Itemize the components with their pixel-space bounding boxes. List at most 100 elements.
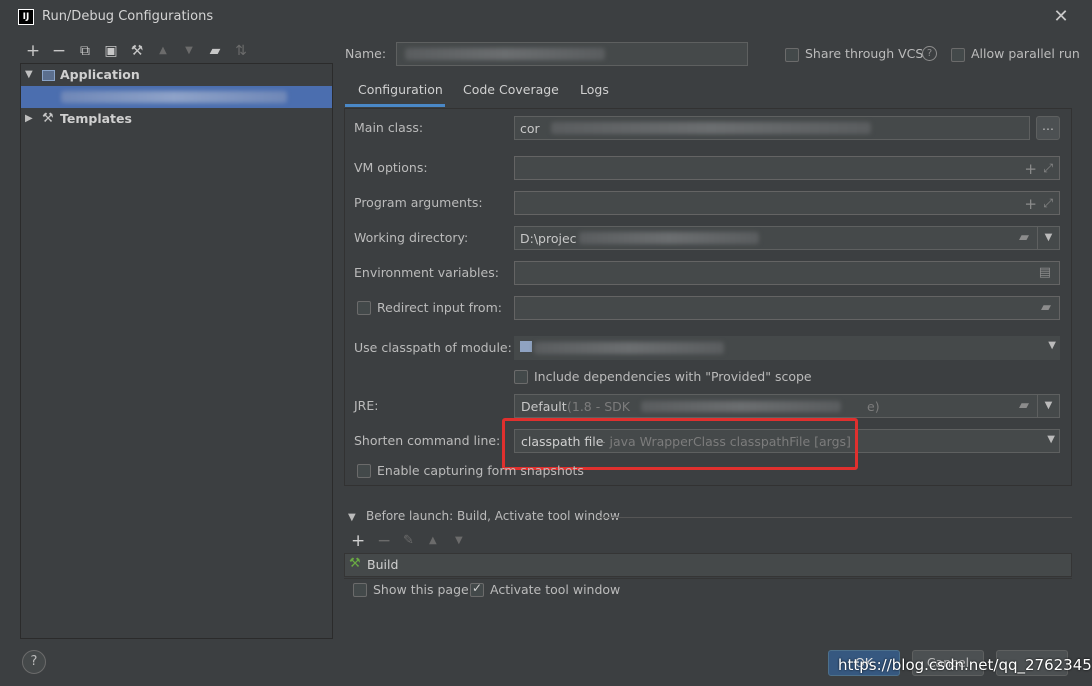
main-class-value: cor [520,121,540,136]
edit-icon[interactable]: ✎ [403,533,414,548]
tree-item-application-label: Application [60,67,140,82]
working-directory-label: Working directory: [354,230,469,245]
form-snapshots-label: Enable capturing form snapshots [377,463,584,478]
plus-icon[interactable]: + [1024,195,1037,213]
jre-hint-end: e) [867,399,880,414]
configuration-tree: ▼ Application ▶ ⚒ Templates [20,63,333,639]
move-up-icon[interactable]: ▲ [154,42,172,60]
jre-value: Default [521,399,567,414]
hammer-icon: ⚒ [349,556,361,571]
redacted-name [405,48,605,60]
chevron-down-icon[interactable]: ▼ [348,512,356,523]
form-snapshots-checkbox[interactable] [357,464,371,478]
share-vcs-checkbox[interactable] [785,48,799,62]
close-icon[interactable]: ✕ [1050,6,1072,28]
move-up-icon[interactable]: ▲ [429,535,437,546]
share-vcs-label: Share through VCS [805,46,924,61]
move-down-icon[interactable]: ▼ [455,535,463,546]
chevron-down-icon[interactable]: ▼ [25,64,35,86]
main-class-label: Main class: [354,120,424,135]
expand-icon[interactable]: ⤢ [1043,196,1053,211]
redirect-input-field[interactable]: ▰ [514,296,1060,320]
redirect-input-checkbox[interactable] [357,301,371,315]
help-circle-icon[interactable]: ? [922,46,937,61]
module-icon [520,341,532,352]
sort-icon[interactable]: ⇅ [232,42,250,60]
redacted-config-name [61,91,287,103]
program-arguments-label: Program arguments: [354,195,483,210]
jre-hint: (1.8 - SDK [567,399,630,414]
save-icon[interactable]: ▣ [102,42,120,60]
plus-icon[interactable]: + [351,531,365,551]
document-icon[interactable]: ▤ [1039,265,1051,280]
minus-icon[interactable]: − [377,531,391,551]
folder-icon[interactable]: ▰ [206,42,224,60]
wrench-icon: ⚒ [42,111,54,126]
tab-configuration[interactable]: Configuration [358,82,443,97]
active-tab-indicator [345,104,445,107]
chevron-down-icon[interactable]: ▼ [1037,395,1059,417]
copy-icon[interactable]: ⧉ [76,42,94,60]
redacted-module-name [534,342,724,354]
folder-icon[interactable]: ▰ [1041,300,1051,315]
allow-parallel-label: Allow parallel run [971,46,1080,61]
separator-line [598,517,1072,518]
window-title: Run/Debug Configurations [42,9,214,24]
folder-icon[interactable]: ▰ [1019,398,1029,413]
chevron-down-icon[interactable]: ▼ [1048,340,1056,351]
build-label: Build [367,557,399,572]
program-arguments-input[interactable]: + ⤢ [514,191,1060,215]
shorten-command-line-label: Shorten command line: [354,433,501,448]
include-dependencies-label: Include dependencies with "Provided" sco… [534,369,812,384]
intellij-app-icon: IJ [18,9,34,25]
plus-icon[interactable]: + [1024,160,1037,178]
name-label: Name: [345,46,387,61]
environment-variables-label: Environment variables: [354,265,499,280]
working-directory-input[interactable]: D:\projec ▰ ▼ [514,226,1060,250]
jre-select[interactable]: Default (1.8 - SDK e) ▰ ▼ [514,394,1060,418]
help-button[interactable]: ? [22,650,46,674]
redacted-jre-path [641,401,841,412]
name-input[interactable] [396,42,748,66]
tree-item-templates[interactable]: ▶ ⚒ Templates [21,108,332,130]
jre-label: JRE: [354,398,379,413]
plus-icon[interactable]: + [24,42,42,60]
tab-code-coverage[interactable]: Code Coverage [463,82,559,97]
tree-item-templates-label: Templates [60,111,132,126]
chevron-down-icon[interactable]: ▼ [1037,227,1059,249]
working-directory-value: D:\projec [520,231,577,246]
move-down-icon[interactable]: ▼ [180,42,198,60]
before-launch-title: Before launch: Build, Activate tool wind… [366,509,620,523]
redacted-working-directory [579,232,759,244]
tree-item-selected-config[interactable] [21,86,332,108]
vm-options-label: VM options: [354,160,428,175]
background-window-edge [0,500,6,530]
watermark: https://blog.csdn.net/qq_27623455 [838,656,1092,674]
expand-icon[interactable]: ⤢ [1043,161,1053,176]
chevron-down-icon[interactable]: ▼ [1047,434,1055,445]
show-page-checkbox[interactable] [353,583,367,597]
allow-parallel-checkbox[interactable] [951,48,965,62]
folder-icon[interactable]: ▰ [1019,230,1029,245]
environment-variables-input[interactable]: ▤ [514,261,1060,285]
tab-logs[interactable]: Logs [580,82,609,97]
classpath-module-label: Use classpath of module: [354,340,512,355]
application-icon [42,70,55,81]
wrench-icon[interactable]: ⚒ [128,42,146,60]
list-item-build[interactable]: ⚒ Build [345,554,1071,576]
tree-item-application[interactable]: ▼ Application [21,64,332,86]
before-launch-list: ⚒ Build [344,553,1072,577]
minus-icon[interactable]: − [50,42,68,60]
chevron-right-icon[interactable]: ▶ [25,108,35,130]
classpath-module-select[interactable]: ▼ [514,336,1060,360]
list-border [344,578,1072,579]
browse-main-class-button[interactable]: ... [1036,116,1060,140]
main-class-input[interactable]: cor [514,116,1030,140]
activate-tool-window-checkbox[interactable] [470,581,484,597]
activate-tool-window-label: Activate tool window [490,582,621,597]
redirect-input-label: Redirect input from: [377,300,502,315]
include-dependencies-checkbox[interactable] [514,370,528,384]
vm-options-input[interactable]: + ⤢ [514,156,1060,180]
redacted-main-class [551,122,871,134]
background-window-edge [1086,500,1092,530]
